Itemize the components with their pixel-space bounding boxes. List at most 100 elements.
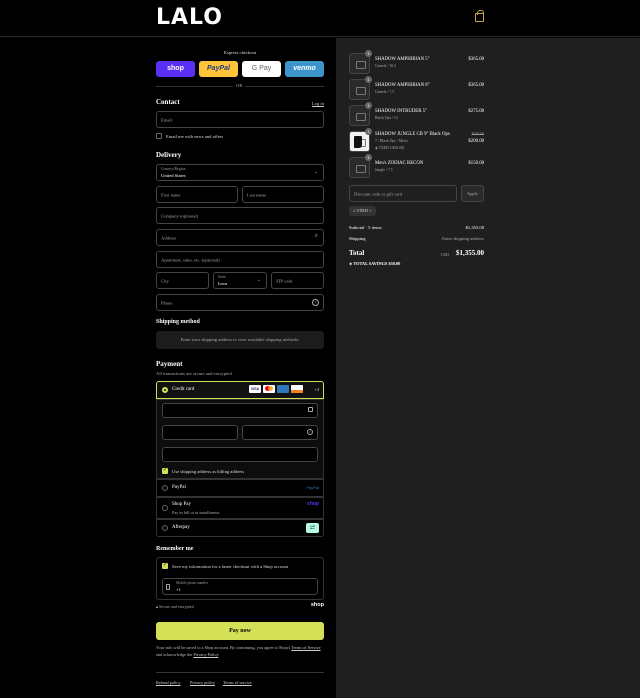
state-value: Iowa bbox=[218, 281, 228, 286]
visa-icon: VISA bbox=[249, 385, 261, 393]
shop-pay-button[interactable]: shop bbox=[156, 61, 195, 77]
terms-link[interactable]: Terms of Service bbox=[291, 645, 320, 650]
privacy-link[interactable]: Privacy Policy bbox=[193, 652, 218, 657]
quantity-badge: 1 bbox=[365, 154, 372, 161]
mobile-phone-field[interactable]: Mobile phone number +1 bbox=[162, 578, 318, 595]
remember-me-box: Save my information for a faster checkou… bbox=[156, 557, 324, 600]
total-savings: ◈ TOTAL SAVINGS $50.00 bbox=[349, 261, 400, 267]
item-original-price: $250.00 bbox=[471, 132, 484, 136]
item-price: $365.00 bbox=[468, 57, 484, 62]
shop-pay-option[interactable]: Shop Pay Pay in full or in installments … bbox=[156, 497, 324, 519]
phone-placeholder: Phone bbox=[161, 300, 173, 305]
city-field[interactable]: City bbox=[156, 272, 209, 289]
savings-value: $50.00 bbox=[388, 261, 401, 266]
billing-same-label: Use shipping address as billing address bbox=[172, 469, 245, 474]
apartment-placeholder: Apartment, suite, etc. (optional) bbox=[161, 257, 220, 262]
express-checkout-title: Express checkout bbox=[223, 50, 257, 55]
security-code-field[interactable]: ? bbox=[242, 425, 318, 440]
email-field[interactable]: Email bbox=[156, 111, 324, 128]
login-link[interactable]: Log in bbox=[312, 101, 324, 106]
discount-code-field[interactable]: Discount code or gift card bbox=[349, 185, 457, 202]
item-price: $275.00 bbox=[468, 109, 484, 114]
help-icon[interactable]: ? bbox=[307, 429, 313, 435]
item-name: Men's ZODIAC RECON bbox=[375, 161, 424, 166]
item-variant: Camels / 7.5 bbox=[375, 90, 395, 94]
secure-label: 🔒︎ Secure and encrypted bbox=[156, 604, 194, 609]
apartment-field[interactable]: Apartment, suite, etc. (optional) bbox=[156, 251, 324, 268]
item-name: SHADOW AMPHIBIAN 5" bbox=[375, 57, 430, 62]
newsletter-label: Email me with news and offers bbox=[166, 134, 224, 139]
address-placeholder: Address bbox=[161, 235, 177, 240]
order-summary-panel bbox=[336, 38, 640, 698]
first-name-placeholder: First name bbox=[161, 192, 181, 197]
quantity-badge: 1 bbox=[365, 50, 372, 57]
phone-field[interactable]: Phone ? bbox=[156, 294, 324, 311]
payment-subtitle: All transactions are secure and encrypte… bbox=[156, 371, 233, 376]
logo[interactable]: LALO bbox=[156, 7, 223, 29]
item-variant: Camels / 10.5 bbox=[375, 64, 396, 68]
name-on-card-field[interactable] bbox=[162, 447, 318, 462]
discount-tag-code: TXED bbox=[356, 208, 369, 213]
amex-icon bbox=[277, 385, 289, 393]
currency-label: USD bbox=[440, 252, 449, 257]
mastercard-icon bbox=[263, 385, 275, 393]
afterpay-radio[interactable] bbox=[162, 525, 168, 531]
afterpay-label: Afterpay bbox=[172, 525, 190, 530]
mobile-label: Mobile phone number bbox=[176, 581, 208, 585]
phone-icon bbox=[166, 584, 170, 590]
last-name-field[interactable]: Last name bbox=[242, 186, 324, 203]
first-name-field[interactable]: First name bbox=[156, 186, 238, 203]
shopping-bag-icon[interactable] bbox=[475, 10, 484, 22]
shop-pay-radio[interactable] bbox=[162, 505, 168, 511]
google-pay-button[interactable]: G Pay bbox=[242, 61, 281, 77]
legal-and: and acknowledge the bbox=[156, 651, 193, 657]
total-value: $1,355.00 bbox=[456, 249, 484, 257]
refund-policy-link[interactable]: Refund policy bbox=[156, 680, 180, 685]
help-icon[interactable]: ? bbox=[312, 299, 319, 306]
delivery-heading: Delivery bbox=[156, 151, 182, 159]
shop-pay-sublabel: Pay in full or in installments bbox=[172, 510, 220, 515]
legal-text: Your info will be saved to a Shop accoun… bbox=[156, 645, 324, 658]
search-icon: ⌕ bbox=[314, 233, 318, 239]
privacy-policy-link[interactable]: Privacy policy bbox=[190, 680, 215, 685]
paypal-button[interactable]: PayPal bbox=[199, 61, 238, 77]
expiration-field[interactable] bbox=[162, 425, 238, 440]
contact-heading: Contact bbox=[156, 98, 180, 106]
card-number-field[interactable] bbox=[162, 403, 318, 418]
subtotal-value: $1,355.00 bbox=[465, 225, 484, 230]
credit-card-radio[interactable] bbox=[162, 387, 168, 393]
paypal-option[interactable]: PayPal PayPal bbox=[156, 479, 324, 497]
credit-card-label: Credit card bbox=[172, 387, 195, 392]
save-info-label: Save my information for a faster checkou… bbox=[172, 564, 289, 569]
discover-icon bbox=[291, 385, 303, 393]
terms-of-service-link[interactable]: Terms of service bbox=[223, 680, 252, 685]
item-name: SHADOW AMPHIBIAN 8" bbox=[375, 83, 430, 88]
item-discount: ◈ TXED (-$50.00) bbox=[375, 146, 405, 150]
payment-heading: Payment bbox=[156, 360, 183, 368]
company-field[interactable]: Company (optional) bbox=[156, 207, 324, 224]
header: LALO bbox=[0, 0, 640, 37]
item-variant: Black Ops / 14 bbox=[375, 116, 398, 120]
shipping-label: Shipping bbox=[349, 236, 366, 241]
venmo-button[interactable]: venmo bbox=[285, 61, 324, 77]
pay-now-button[interactable]: Pay now bbox=[156, 622, 324, 640]
legal-sentence: Your info will be saved to a Shop accoun… bbox=[156, 645, 291, 650]
zip-field[interactable]: ZIP code bbox=[271, 272, 324, 289]
paypal-radio[interactable] bbox=[162, 485, 168, 491]
footer-divider bbox=[156, 672, 324, 673]
country-label: Country/Region bbox=[161, 167, 186, 171]
save-info-checkbox[interactable] bbox=[162, 562, 168, 569]
item-price: $365.00 bbox=[468, 83, 484, 88]
country-select[interactable]: Country/Region United States ⌄ bbox=[156, 164, 324, 181]
apply-button[interactable]: Apply bbox=[461, 185, 484, 202]
state-select[interactable]: State Iowa ⌄ bbox=[213, 272, 267, 289]
newsletter-checkbox[interactable] bbox=[156, 133, 162, 139]
address-field[interactable]: Address ⌕ bbox=[156, 229, 324, 246]
discount-tag: ⌂ TXED × bbox=[349, 206, 376, 216]
billing-same-checkbox[interactable] bbox=[162, 467, 168, 474]
item-name: SHADOW INTRUDER 5" bbox=[375, 109, 427, 114]
close-icon[interactable]: × bbox=[369, 208, 371, 213]
afterpay-option[interactable]: Afterpay ⇄ bbox=[156, 519, 324, 537]
item-variant: 7 / Black Ops / Men's bbox=[375, 139, 408, 143]
mobile-value: +1 bbox=[176, 587, 181, 592]
